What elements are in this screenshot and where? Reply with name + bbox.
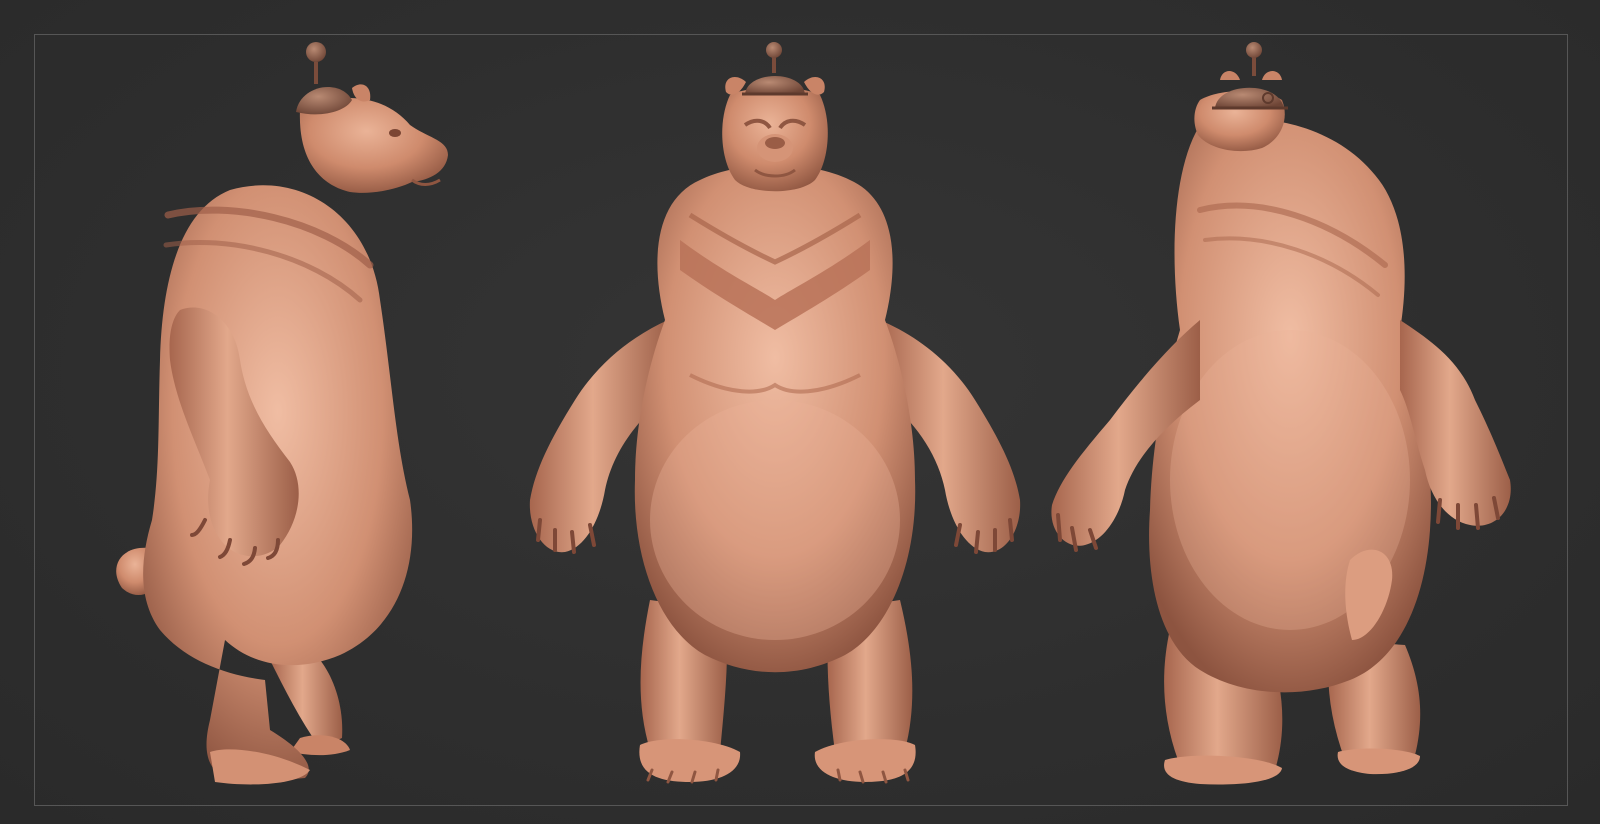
bear-back-view <box>1051 42 1511 785</box>
bear-side-view <box>116 42 448 785</box>
render-viewport <box>0 0 1600 824</box>
bear-front-view <box>529 42 1021 784</box>
bear-turnaround-render <box>116 42 1511 785</box>
